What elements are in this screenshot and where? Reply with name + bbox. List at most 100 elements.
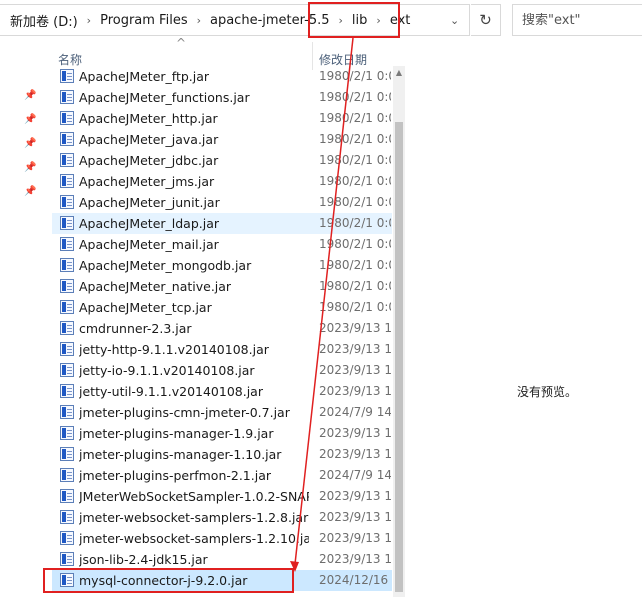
breadcrumb-ext[interactable]: ext bbox=[390, 13, 411, 28]
file-row[interactable]: jmeter-websocket-samplers-1.2.8.jar 2023/… bbox=[52, 507, 392, 528]
file-row[interactable]: ApacheJMeter_tcp.jar 1980/2/1 0:00 bbox=[52, 297, 392, 318]
file-name: ApacheJMeter_jms.jar bbox=[79, 174, 215, 189]
file-row[interactable]: JMeterWebSocketSampler-1.0.2-SNAPSHOT.ja… bbox=[52, 486, 392, 507]
file-date: 2023/9/13 14: bbox=[319, 531, 391, 545]
file-name: JMeterWebSocketSampler-1.0.2-SNAPSHOT.ja… bbox=[79, 489, 309, 504]
file-row[interactable]: jmeter-plugins-cmn-jmeter-0.7.jar 2024/7/… bbox=[52, 402, 392, 423]
jar-file-icon bbox=[60, 468, 74, 482]
file-date: 2023/9/13 14: bbox=[319, 552, 391, 566]
file-name: ApacheJMeter_jdbc.jar bbox=[79, 153, 219, 168]
file-row-selected[interactable]: mysql-connector-j-9.2.0.jar 2024/12/16 bbox=[52, 570, 392, 591]
file-row[interactable]: ApacheJMeter_jdbc.jar 1980/2/1 0:00 bbox=[52, 150, 392, 171]
file-name: jmeter-plugins-perfmon-2.1.jar bbox=[79, 468, 272, 483]
file-name: ApacheJMeter_mongodb.jar bbox=[79, 258, 252, 273]
file-date: 1980/2/1 0:00 bbox=[319, 237, 391, 251]
file-row[interactable]: jetty-io-9.1.1.v20140108.jar 2023/9/13 14… bbox=[52, 360, 392, 381]
preview-empty-text: 没有预览。 bbox=[517, 385, 578, 399]
file-row[interactable]: jmeter-websocket-samplers-1.2.10.jar 2023… bbox=[52, 528, 392, 549]
address-bar[interactable]: 新加卷 (D:) › Program Files › apache-jmeter… bbox=[0, 4, 470, 36]
file-date: 1980/2/1 0:00 bbox=[319, 90, 391, 104]
pin-icon[interactable]: 📌 bbox=[24, 186, 36, 198]
file-name: ApacheJMeter_native.jar bbox=[79, 279, 232, 294]
chevron-right-icon[interactable]: › bbox=[376, 14, 380, 27]
jar-file-icon bbox=[60, 489, 74, 503]
file-name: cmdrunner-2.3.jar bbox=[79, 321, 192, 336]
file-row[interactable]: ApacheJMeter_ldap.jar 1980/2/1 0:00 bbox=[52, 213, 392, 234]
file-name: jmeter-websocket-samplers-1.2.8.jar bbox=[79, 510, 309, 525]
jar-file-icon bbox=[60, 132, 74, 146]
chevron-down-icon[interactable]: ⌄ bbox=[450, 14, 459, 27]
file-date: 1980/2/1 0:00 bbox=[319, 153, 391, 167]
refresh-icon: ↻ bbox=[479, 11, 492, 29]
jar-file-icon bbox=[60, 510, 74, 524]
file-row[interactable]: jmeter-plugins-manager-1.10.jar 2023/9/13… bbox=[52, 444, 392, 465]
breadcrumb-jmeter[interactable]: apache-jmeter-5.5 bbox=[210, 13, 330, 28]
pin-icon[interactable]: 📌 bbox=[24, 114, 36, 126]
search-input[interactable] bbox=[522, 12, 642, 28]
jar-file-icon bbox=[60, 153, 74, 167]
jar-file-icon bbox=[60, 405, 74, 419]
file-name: jmeter-plugins-manager-1.9.jar bbox=[79, 426, 274, 441]
file-row[interactable]: jmeter-plugins-manager-1.9.jar 2023/9/13 … bbox=[52, 423, 392, 444]
file-date: 2024/7/9 14: bbox=[319, 468, 391, 482]
file-date: 2024/12/16 bbox=[319, 573, 389, 587]
jar-file-icon bbox=[60, 426, 74, 440]
file-date: 1980/2/1 0:00 bbox=[319, 111, 391, 125]
file-date: 1980/2/1 0:00 bbox=[319, 216, 391, 230]
jar-file-icon bbox=[60, 342, 74, 356]
sort-ascending-icon: ^ bbox=[176, 36, 187, 50]
file-name: jmeter-plugins-manager-1.10.jar bbox=[79, 447, 282, 462]
file-row[interactable]: ApacheJMeter_mongodb.jar 1980/2/1 0:00 bbox=[52, 255, 392, 276]
column-header: ^ 名称 修改日期 bbox=[52, 36, 392, 70]
search-box[interactable] bbox=[512, 4, 642, 36]
file-date: 1980/2/1 0:00 bbox=[319, 258, 391, 272]
file-row[interactable]: ApacheJMeter_junit.jar 1980/2/1 0:00 bbox=[52, 192, 392, 213]
file-name: mysql-connector-j-9.2.0.jar bbox=[79, 573, 248, 588]
file-date: 2023/9/13 14: bbox=[319, 426, 391, 440]
file-name: jmeter-websocket-samplers-1.2.10.jar bbox=[79, 531, 309, 546]
file-row[interactable]: cmdrunner-2.3.jar 2023/9/13 14: bbox=[52, 318, 392, 339]
jar-file-icon bbox=[60, 447, 74, 461]
file-name: ApacheJMeter_ldap.jar bbox=[79, 216, 220, 231]
jar-file-icon bbox=[60, 195, 74, 209]
file-row[interactable]: ApacheJMeter_ftp.jar 1980/2/1 0:00 bbox=[52, 66, 392, 87]
pin-icon[interactable]: 📌 bbox=[24, 138, 36, 150]
file-date: 1980/2/1 0:00 bbox=[319, 300, 391, 314]
breadcrumb-program-files[interactable]: Program Files bbox=[100, 13, 188, 28]
scroll-up-icon[interactable]: ▲ bbox=[393, 66, 405, 80]
file-row[interactable]: jmeter-plugins-perfmon-2.1.jar 2024/7/9 1… bbox=[52, 465, 392, 486]
file-date: 1980/2/1 0:00 bbox=[319, 132, 391, 146]
chevron-right-icon[interactable]: › bbox=[197, 14, 201, 27]
file-row[interactable]: jetty-http-9.1.1.v20140108.jar 2023/9/13 … bbox=[52, 339, 392, 360]
jar-file-icon bbox=[60, 111, 74, 125]
file-row[interactable]: jetty-util-9.1.1.v20140108.jar 2023/9/13 … bbox=[52, 381, 392, 402]
pin-icon[interactable]: 📌 bbox=[24, 162, 36, 174]
breadcrumb-lib[interactable]: lib bbox=[352, 13, 367, 28]
file-name: ApacheJMeter_ftp.jar bbox=[79, 69, 210, 84]
chevron-right-icon[interactable]: › bbox=[87, 14, 91, 27]
file-list: ApacheJMeter_ftp.jar 1980/2/1 0:00 Apache… bbox=[52, 66, 392, 597]
file-date: 1980/2/1 0:00 bbox=[319, 195, 391, 209]
chevron-right-icon[interactable]: › bbox=[339, 14, 343, 27]
jar-file-icon bbox=[60, 90, 74, 104]
file-name: ApacheJMeter_junit.jar bbox=[79, 195, 220, 210]
file-date: 2024/7/9 14: bbox=[319, 405, 391, 419]
file-row[interactable]: json-lib-2.4-jdk15.jar 2023/9/13 14: bbox=[52, 549, 392, 570]
file-row[interactable]: ApacheJMeter_jms.jar 1980/2/1 0:00 bbox=[52, 171, 392, 192]
scrollbar-thumb[interactable] bbox=[395, 122, 403, 592]
file-row[interactable]: ApacheJMeter_functions.jar 1980/2/1 0:00 bbox=[52, 87, 392, 108]
file-name: jetty-util-9.1.1.v20140108.jar bbox=[79, 384, 263, 399]
jar-file-icon bbox=[60, 216, 74, 230]
file-row[interactable]: ApacheJMeter_mail.jar 1980/2/1 0:00 bbox=[52, 234, 392, 255]
file-row[interactable]: ApacheJMeter_java.jar 1980/2/1 0:00 bbox=[52, 129, 392, 150]
refresh-button[interactable]: ↻ bbox=[471, 4, 501, 36]
breadcrumb-drive[interactable]: 新加卷 (D:) bbox=[10, 11, 78, 30]
file-date: 1980/2/1 0:00 bbox=[319, 69, 391, 83]
file-row[interactable]: ApacheJMeter_native.jar 1980/2/1 0:00 bbox=[52, 276, 392, 297]
file-date: 1980/2/1 0:00 bbox=[319, 174, 391, 188]
file-row[interactable]: ApacheJMeter_http.jar 1980/2/1 0:00 bbox=[52, 108, 392, 129]
pin-icon[interactable]: 📌 bbox=[24, 90, 36, 102]
file-date: 2023/9/13 14: bbox=[319, 510, 391, 524]
file-name: json-lib-2.4-jdk15.jar bbox=[79, 552, 208, 567]
jar-file-icon bbox=[60, 174, 74, 188]
